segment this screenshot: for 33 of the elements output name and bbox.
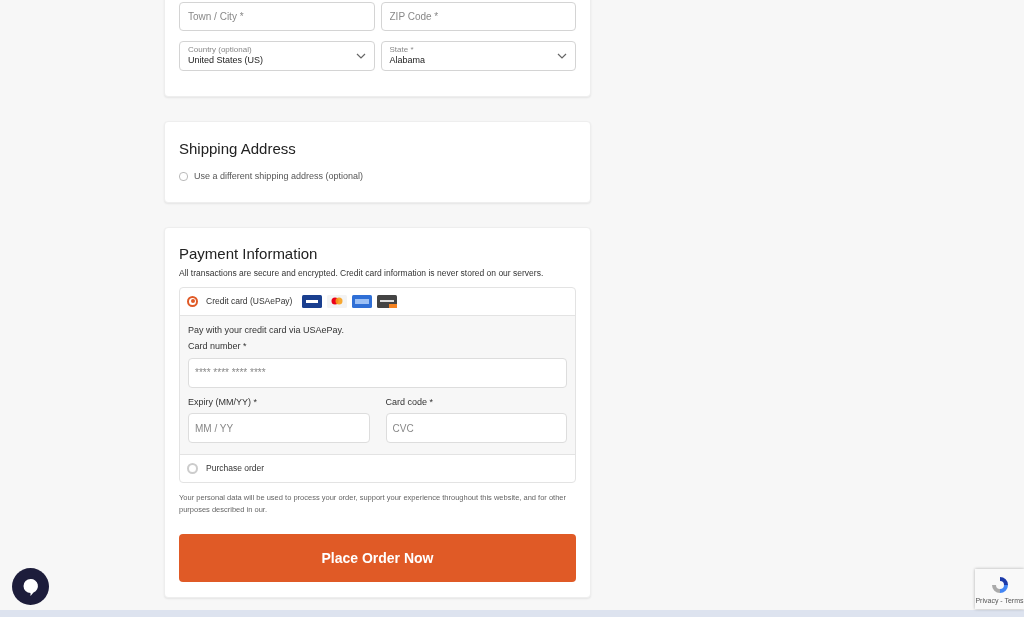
chevron-down-icon (355, 53, 366, 59)
checkbox-label: Use a different shipping address (optional) (194, 169, 363, 183)
chat-bubble-icon[interactable] (12, 568, 49, 605)
payment-method-label: Purchase order (206, 462, 265, 475)
text-field[interactable]: ZIP Code * (380, 2, 576, 31)
radio-button[interactable] (187, 295, 198, 307)
card-logo-icon (377, 294, 398, 308)
payment-method-label: Credit card (USAePay) (206, 294, 293, 308)
field-value: United States (US) (188, 55, 264, 67)
field-label: Country (optional) (188, 45, 253, 56)
recaptcha-icon (989, 574, 1010, 595)
field-value: Alabama (389, 55, 426, 67)
card-logo-icon (352, 294, 373, 308)
chevron-down-icon (557, 53, 567, 59)
field-label: Card number * (188, 340, 248, 353)
field-label: State * (389, 45, 415, 56)
field-label: Expiry (MM/YY) * (188, 395, 258, 409)
checkbox[interactable] (179, 171, 188, 181)
text-field[interactable]: Town / City * (179, 2, 375, 31)
section-title: Payment Information (179, 245, 319, 264)
select-field[interactable]: State * Alabama (380, 41, 576, 71)
card-logo-icon (302, 294, 323, 308)
text-field[interactable]: MM / YY (188, 413, 370, 443)
text-field[interactable]: CVC (385, 413, 567, 443)
section-subtitle: All transactions are secure and encrypted. Credit card information is never stored on our servers. (179, 266, 545, 280)
card-logo-icon (327, 294, 348, 308)
method-description: Pay with your credit card via USAePay. (188, 323, 345, 337)
field-label: Card code * (385, 395, 435, 409)
select-field[interactable]: Country (optional) United States (US) (179, 41, 375, 71)
section-title: Shipping Address (179, 139, 297, 159)
text-field[interactable]: **** **** **** **** (188, 357, 567, 388)
radio-button[interactable] (187, 463, 198, 474)
place-order-button[interactable]: Place Order Now (179, 534, 576, 582)
